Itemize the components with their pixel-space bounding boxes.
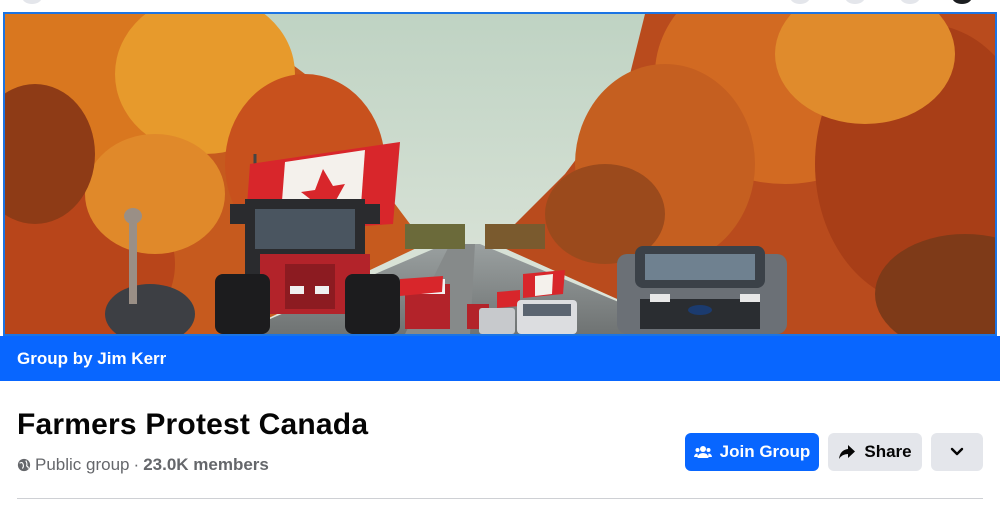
member-count[interactable]: 23.0K members [143, 455, 269, 475]
chevron-down-icon [950, 447, 964, 456]
share-label: Share [864, 442, 912, 461]
privacy-label[interactable]: Public group [35, 455, 130, 475]
meta-separator: · [133, 455, 140, 474]
group-owner-banner[interactable]: Group by Jim Kerr [0, 336, 1000, 381]
globe-icon [17, 458, 31, 472]
group-name: Farmers Protest Canada [17, 408, 369, 441]
cover-illustration [5, 14, 995, 334]
nav-icon[interactable] [790, 0, 810, 4]
nav-icon[interactable] [845, 0, 865, 4]
account-avatar[interactable] [952, 0, 972, 4]
people-icon [693, 446, 712, 458]
more-options-button[interactable] [931, 433, 983, 471]
section-divider [17, 498, 983, 499]
group-owner-text[interactable]: Group by Jim Kerr [17, 349, 166, 369]
cover-photo[interactable] [3, 12, 997, 336]
join-group-button[interactable]: Join Group [685, 433, 819, 471]
join-group-label: Join Group [719, 442, 811, 461]
top-navigation-bar [0, 0, 1000, 10]
share-button[interactable]: Share [828, 433, 922, 471]
group-meta: Public group · 23.0K members [17, 455, 269, 475]
share-arrow-icon [839, 445, 856, 459]
nav-icon[interactable] [900, 0, 920, 4]
facebook-logo-icon[interactable] [22, 0, 42, 4]
